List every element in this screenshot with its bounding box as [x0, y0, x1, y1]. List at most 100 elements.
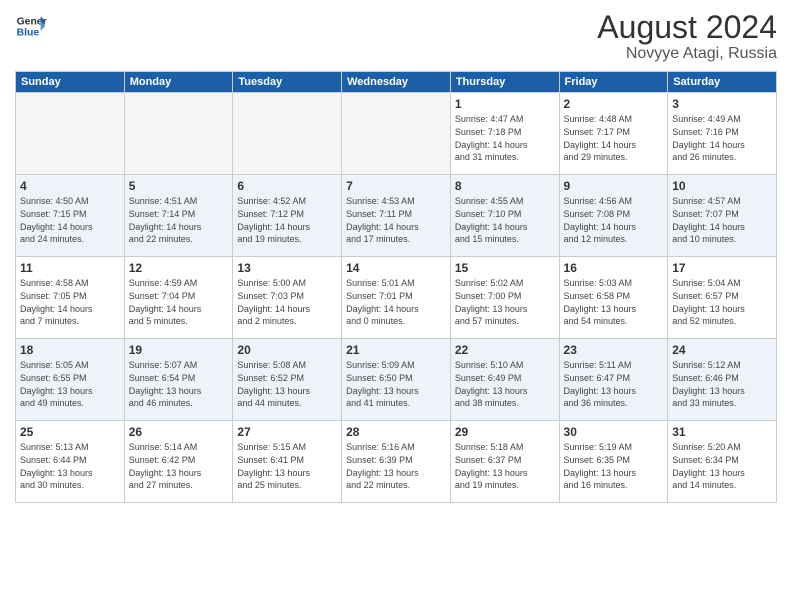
day-info: Sunrise: 5:10 AM Sunset: 6:49 PM Dayligh…	[455, 359, 555, 409]
day-cell: 8Sunrise: 4:55 AM Sunset: 7:10 PM Daylig…	[450, 175, 559, 257]
day-info: Sunrise: 5:01 AM Sunset: 7:01 PM Dayligh…	[346, 277, 446, 327]
day-cell: 15Sunrise: 5:02 AM Sunset: 7:00 PM Dayli…	[450, 257, 559, 339]
day-cell: 5Sunrise: 4:51 AM Sunset: 7:14 PM Daylig…	[124, 175, 233, 257]
day-cell: 20Sunrise: 5:08 AM Sunset: 6:52 PM Dayli…	[233, 339, 342, 421]
day-info: Sunrise: 4:49 AM Sunset: 7:16 PM Dayligh…	[672, 113, 772, 163]
header: General Blue August 2024 Novyye Atagi, R…	[15, 10, 777, 63]
day-info: Sunrise: 5:18 AM Sunset: 6:37 PM Dayligh…	[455, 441, 555, 491]
month-title: August 2024	[597, 10, 777, 45]
weekday-header-row: Sunday Monday Tuesday Wednesday Thursday…	[16, 72, 777, 93]
header-wednesday: Wednesday	[342, 72, 451, 93]
day-cell: 25Sunrise: 5:13 AM Sunset: 6:44 PM Dayli…	[16, 421, 125, 503]
day-info: Sunrise: 5:13 AM Sunset: 6:44 PM Dayligh…	[20, 441, 120, 491]
day-number: 28	[346, 424, 446, 440]
day-cell	[124, 93, 233, 175]
day-info: Sunrise: 5:19 AM Sunset: 6:35 PM Dayligh…	[564, 441, 664, 491]
day-cell	[233, 93, 342, 175]
day-info: Sunrise: 4:47 AM Sunset: 7:18 PM Dayligh…	[455, 113, 555, 163]
day-number: 8	[455, 178, 555, 194]
day-cell: 2Sunrise: 4:48 AM Sunset: 7:17 PM Daylig…	[559, 93, 668, 175]
day-cell: 28Sunrise: 5:16 AM Sunset: 6:39 PM Dayli…	[342, 421, 451, 503]
day-number: 17	[672, 260, 772, 276]
day-info: Sunrise: 5:20 AM Sunset: 6:34 PM Dayligh…	[672, 441, 772, 491]
day-info: Sunrise: 5:03 AM Sunset: 6:58 PM Dayligh…	[564, 277, 664, 327]
day-info: Sunrise: 5:14 AM Sunset: 6:42 PM Dayligh…	[129, 441, 229, 491]
week-row-3: 11Sunrise: 4:58 AM Sunset: 7:05 PM Dayli…	[16, 257, 777, 339]
day-info: Sunrise: 4:56 AM Sunset: 7:08 PM Dayligh…	[564, 195, 664, 245]
day-info: Sunrise: 4:52 AM Sunset: 7:12 PM Dayligh…	[237, 195, 337, 245]
day-number: 2	[564, 96, 664, 112]
week-row-1: 1Sunrise: 4:47 AM Sunset: 7:18 PM Daylig…	[16, 93, 777, 175]
header-saturday: Saturday	[668, 72, 777, 93]
day-info: Sunrise: 5:08 AM Sunset: 6:52 PM Dayligh…	[237, 359, 337, 409]
day-number: 14	[346, 260, 446, 276]
day-number: 27	[237, 424, 337, 440]
day-number: 13	[237, 260, 337, 276]
header-sunday: Sunday	[16, 72, 125, 93]
day-number: 3	[672, 96, 772, 112]
day-info: Sunrise: 5:00 AM Sunset: 7:03 PM Dayligh…	[237, 277, 337, 327]
day-cell: 22Sunrise: 5:10 AM Sunset: 6:49 PM Dayli…	[450, 339, 559, 421]
day-number: 23	[564, 342, 664, 358]
location-title: Novyye Atagi, Russia	[597, 45, 777, 63]
day-cell: 19Sunrise: 5:07 AM Sunset: 6:54 PM Dayli…	[124, 339, 233, 421]
day-number: 19	[129, 342, 229, 358]
day-cell: 3Sunrise: 4:49 AM Sunset: 7:16 PM Daylig…	[668, 93, 777, 175]
day-number: 7	[346, 178, 446, 194]
day-cell: 6Sunrise: 4:52 AM Sunset: 7:12 PM Daylig…	[233, 175, 342, 257]
day-info: Sunrise: 4:48 AM Sunset: 7:17 PM Dayligh…	[564, 113, 664, 163]
page: General Blue August 2024 Novyye Atagi, R…	[0, 0, 792, 612]
day-cell: 16Sunrise: 5:03 AM Sunset: 6:58 PM Dayli…	[559, 257, 668, 339]
day-cell: 31Sunrise: 5:20 AM Sunset: 6:34 PM Dayli…	[668, 421, 777, 503]
day-cell: 23Sunrise: 5:11 AM Sunset: 6:47 PM Dayli…	[559, 339, 668, 421]
title-block: August 2024 Novyye Atagi, Russia	[597, 10, 777, 63]
day-cell: 26Sunrise: 5:14 AM Sunset: 6:42 PM Dayli…	[124, 421, 233, 503]
day-cell: 13Sunrise: 5:00 AM Sunset: 7:03 PM Dayli…	[233, 257, 342, 339]
svg-text:Blue: Blue	[17, 28, 40, 39]
logo-icon: General Blue	[15, 10, 47, 42]
day-cell: 7Sunrise: 4:53 AM Sunset: 7:11 PM Daylig…	[342, 175, 451, 257]
day-info: Sunrise: 5:15 AM Sunset: 6:41 PM Dayligh…	[237, 441, 337, 491]
day-cell: 10Sunrise: 4:57 AM Sunset: 7:07 PM Dayli…	[668, 175, 777, 257]
day-number: 16	[564, 260, 664, 276]
day-number: 20	[237, 342, 337, 358]
day-info: Sunrise: 5:16 AM Sunset: 6:39 PM Dayligh…	[346, 441, 446, 491]
header-monday: Monday	[124, 72, 233, 93]
day-info: Sunrise: 5:02 AM Sunset: 7:00 PM Dayligh…	[455, 277, 555, 327]
logo: General Blue	[15, 10, 47, 42]
day-info: Sunrise: 4:57 AM Sunset: 7:07 PM Dayligh…	[672, 195, 772, 245]
day-number: 31	[672, 424, 772, 440]
day-cell: 27Sunrise: 5:15 AM Sunset: 6:41 PM Dayli…	[233, 421, 342, 503]
day-info: Sunrise: 4:58 AM Sunset: 7:05 PM Dayligh…	[20, 277, 120, 327]
day-cell: 21Sunrise: 5:09 AM Sunset: 6:50 PM Dayli…	[342, 339, 451, 421]
day-info: Sunrise: 5:07 AM Sunset: 6:54 PM Dayligh…	[129, 359, 229, 409]
day-number: 22	[455, 342, 555, 358]
day-info: Sunrise: 4:51 AM Sunset: 7:14 PM Dayligh…	[129, 195, 229, 245]
day-number: 26	[129, 424, 229, 440]
day-number: 4	[20, 178, 120, 194]
day-info: Sunrise: 4:53 AM Sunset: 7:11 PM Dayligh…	[346, 195, 446, 245]
day-cell: 24Sunrise: 5:12 AM Sunset: 6:46 PM Dayli…	[668, 339, 777, 421]
day-info: Sunrise: 4:55 AM Sunset: 7:10 PM Dayligh…	[455, 195, 555, 245]
day-number: 24	[672, 342, 772, 358]
day-number: 21	[346, 342, 446, 358]
day-number: 9	[564, 178, 664, 194]
day-info: Sunrise: 5:12 AM Sunset: 6:46 PM Dayligh…	[672, 359, 772, 409]
day-cell: 9Sunrise: 4:56 AM Sunset: 7:08 PM Daylig…	[559, 175, 668, 257]
day-cell	[342, 93, 451, 175]
week-row-4: 18Sunrise: 5:05 AM Sunset: 6:55 PM Dayli…	[16, 339, 777, 421]
day-info: Sunrise: 4:59 AM Sunset: 7:04 PM Dayligh…	[129, 277, 229, 327]
day-cell: 18Sunrise: 5:05 AM Sunset: 6:55 PM Dayli…	[16, 339, 125, 421]
day-info: Sunrise: 5:04 AM Sunset: 6:57 PM Dayligh…	[672, 277, 772, 327]
day-cell: 29Sunrise: 5:18 AM Sunset: 6:37 PM Dayli…	[450, 421, 559, 503]
day-number: 30	[564, 424, 664, 440]
header-tuesday: Tuesday	[233, 72, 342, 93]
calendar: Sunday Monday Tuesday Wednesday Thursday…	[15, 71, 777, 503]
day-cell: 12Sunrise: 4:59 AM Sunset: 7:04 PM Dayli…	[124, 257, 233, 339]
day-number: 1	[455, 96, 555, 112]
day-number: 29	[455, 424, 555, 440]
day-number: 25	[20, 424, 120, 440]
week-row-2: 4Sunrise: 4:50 AM Sunset: 7:15 PM Daylig…	[16, 175, 777, 257]
day-cell	[16, 93, 125, 175]
day-cell: 14Sunrise: 5:01 AM Sunset: 7:01 PM Dayli…	[342, 257, 451, 339]
